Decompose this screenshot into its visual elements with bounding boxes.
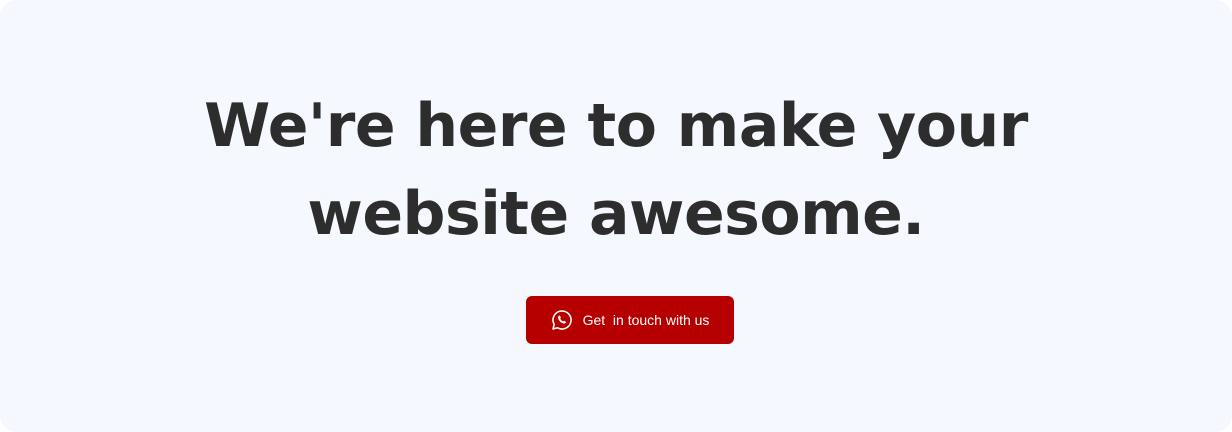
hero-heading: We're here to make your website awesome.: [0, 82, 1232, 258]
whatsapp-icon: [551, 309, 573, 331]
get-in-touch-label: Get in touch with us: [582, 312, 710, 328]
hero-heading-line-1: We're here to make your: [204, 91, 1028, 161]
hero-heading-line-2: website awesome.: [307, 179, 925, 249]
hero-section: We're here to make your website awesome.…: [0, 0, 1232, 432]
get-in-touch-button[interactable]: Get in touch with us: [526, 296, 734, 344]
